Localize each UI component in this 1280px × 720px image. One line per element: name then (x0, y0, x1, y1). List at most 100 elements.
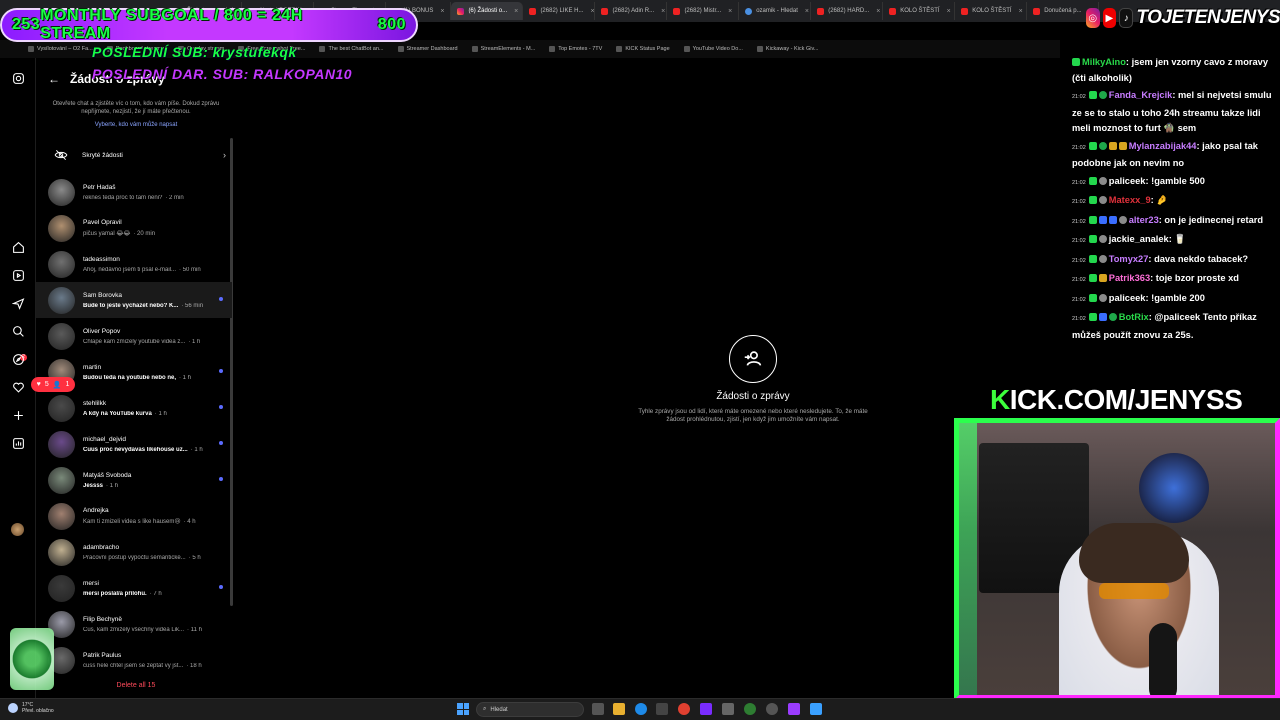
browser-tab[interactable]: (2682) LIKE H... × (523, 2, 596, 20)
request-sender-name: mersi (83, 579, 99, 587)
chat-badge-icon (1108, 313, 1117, 321)
task-view-icon[interactable] (592, 703, 604, 715)
request-sender-name: martin (83, 363, 102, 371)
app-icon-3[interactable] (788, 703, 800, 715)
unread-dot (219, 297, 223, 301)
social-handle: TOJETENJENYS (1136, 7, 1280, 28)
request-time: · 18 h (186, 662, 202, 669)
browser-tab[interactable]: ozamik - Hledat × (739, 2, 812, 20)
delete-all-button[interactable]: Delete all 15 (36, 682, 236, 689)
browser-tab[interactable]: (2682) Mistr... × (667, 2, 740, 20)
chat-username: alter23 (1128, 214, 1159, 225)
message-request-row[interactable]: Patrik Paulus cuss hele chtel jsem se zep… (36, 642, 232, 678)
instagram-nav-rail: 2 (0, 58, 36, 698)
browser-tab[interactable]: (6) Žádosti o... × (451, 2, 524, 20)
tab-close-icon[interactable]: × (514, 8, 518, 15)
request-time: · 5 h (188, 554, 201, 561)
messages-icon[interactable] (10, 295, 26, 311)
bookmark-item[interactable]: KICK Status Page (616, 46, 670, 52)
app-icon-4[interactable] (810, 703, 822, 715)
app-icon-1[interactable] (700, 703, 712, 715)
bookmark-item[interactable]: Top Emotes - 7TV (549, 46, 602, 52)
browser-tab[interactable]: KOLO ŠTĚSTÍ × (883, 2, 956, 20)
message-request-row[interactable]: Petr Hadaš reknes teda proc to tam neni? ·… (36, 174, 232, 210)
chat-badge-icon (1098, 293, 1107, 302)
taskbar-search[interactable]: ⌕ Hledat (476, 702, 584, 717)
back-arrow-icon[interactable]: ← (48, 72, 60, 86)
request-preview-text: Bude to jeste vychazet nebo? K... (83, 302, 179, 309)
bookmark-item[interactable]: Vysílotování – O2 Fa... (28, 46, 93, 52)
tab-close-icon[interactable]: × (947, 8, 951, 15)
tab-close-icon[interactable]: × (728, 8, 732, 15)
chat-username: jackie_analek (1108, 234, 1169, 244)
browser-tab[interactable]: (2682) Adin R... × (595, 2, 668, 20)
who-can-message-link[interactable]: Vyberte, kdo vám může napsat (50, 122, 222, 128)
dashboard-icon[interactable] (10, 435, 26, 451)
bookmark-favicon-icon (549, 46, 556, 52)
notification-pill[interactable]: ♥ 5 👤 1 (31, 377, 75, 392)
explore-icon[interactable] (10, 351, 26, 367)
tab-favicon-icon (817, 7, 825, 15)
subgoal-text: MONTHLY SUBGOAL / 800 = 24H STREAM (40, 7, 303, 42)
home-icon[interactable] (10, 239, 26, 255)
bookmark-item[interactable]: YouTube Video Do... (683, 46, 743, 52)
chat-badge-icon (1098, 141, 1107, 150)
request-sender-name: adambracho (83, 543, 120, 551)
bookmark-item[interactable]: The best ChatBot an... (319, 46, 384, 52)
message-request-row[interactable]: michael_dejvid Cuus proc nevydavas likeho… (36, 426, 232, 462)
reels-icon[interactable] (10, 267, 26, 283)
edge-icon[interactable] (635, 703, 647, 715)
file-explorer-icon[interactable] (613, 703, 625, 715)
chrome-icon[interactable] (678, 703, 690, 715)
message-request-row[interactable]: tadeassimon Ahoj, nedávno jsem ti psal e-… (36, 246, 232, 282)
message-request-row[interactable]: Pavel Opravil pičus yamal 😂😂 · 20 min (36, 210, 232, 246)
windows-start-icon[interactable] (457, 703, 469, 715)
browser-tab[interactable]: KOLO ŠTĚSTÍ × (955, 2, 1028, 20)
search-icon[interactable] (10, 323, 26, 339)
chat-badge-icon (1088, 91, 1097, 99)
chat-text: : on je jedinecnej retard (1158, 214, 1264, 225)
tab-close-icon[interactable]: × (805, 8, 809, 15)
message-request-row[interactable]: Sam Borovka Bude to jeste vychazet nebo? … (36, 282, 232, 318)
message-request-row[interactable]: Filip Bechyně Čus, kam zmizely všechny vi… (36, 606, 232, 642)
chat-message: 21:02 Patrik363: toje bzor proste xd (1066, 270, 1280, 290)
bookmark-label: KICK Status Page (625, 46, 670, 52)
profile-avatar[interactable] (11, 523, 24, 536)
request-preview-text: Chlape kam zmizely youtube videa z... (83, 338, 186, 345)
cam-hair (1079, 523, 1189, 583)
notif-hearts-count: 5 (44, 381, 49, 388)
store-icon[interactable] (656, 703, 668, 715)
hidden-requests-row[interactable]: Skryté žádosti › (48, 144, 226, 166)
bookmark-item[interactable]: Streamer Dashboard (397, 46, 458, 52)
create-icon[interactable] (10, 407, 26, 423)
tab-close-icon[interactable]: × (876, 8, 880, 15)
bookmark-label: Top Emotes - 7TV (558, 46, 603, 52)
tab-label: KOLO ŠTĚSTÍ (900, 8, 940, 14)
tab-close-icon[interactable]: × (440, 8, 444, 15)
request-preview: Bude to jeste vychazet nebo? K... · 56 mi… (83, 303, 223, 309)
notifications-heart-icon[interactable] (10, 379, 26, 395)
message-request-row[interactable]: mersi mersi poslal/a přílohu. · 7 h (36, 570, 232, 606)
weather-widget[interactable]: 17°C Převl. oblačno (8, 702, 54, 714)
message-request-row[interactable]: Oliver Popov Chlape kam zmizely youtube v… (36, 318, 232, 354)
tab-close-icon[interactable]: × (590, 8, 594, 15)
app-icon-2[interactable] (722, 703, 734, 715)
tab-close-icon[interactable]: × (661, 8, 665, 15)
obs-icon[interactable] (766, 703, 778, 715)
message-request-row[interactable]: stehlilkk A kdy na YouTube kurva · 1 h (36, 390, 232, 426)
chat-badge-icon (1088, 313, 1097, 321)
bookmark-item[interactable]: StreamElements - M... (471, 46, 535, 52)
chat-badge-icon (1098, 196, 1107, 204)
message-request-row[interactable]: Andrejka Kam ti zmizeli videa s like haus… (36, 498, 232, 534)
instagram-logo-icon[interactable] (10, 70, 26, 86)
tab-close-icon[interactable]: × (1019, 8, 1023, 15)
message-request-row[interactable]: Matyáš Svoboda Jessss · 1 h (36, 462, 232, 498)
bookmark-item[interactable]: Kickaway - Kick Giv... (756, 46, 818, 52)
message-request-row[interactable]: adambracho Pracovní postup výpočtu sémant… (36, 534, 232, 570)
chrome-active-icon[interactable] (744, 703, 756, 715)
tab-favicon-icon (529, 7, 537, 15)
browser-tab[interactable]: (2682) HARD... × (811, 2, 884, 20)
chat-timestamp: 21:02 (1072, 277, 1086, 283)
windows-taskbar: 17°C Převl. oblačno ⌕ Hledat (0, 698, 1280, 720)
chat-username: Patrik363 (1108, 273, 1151, 283)
